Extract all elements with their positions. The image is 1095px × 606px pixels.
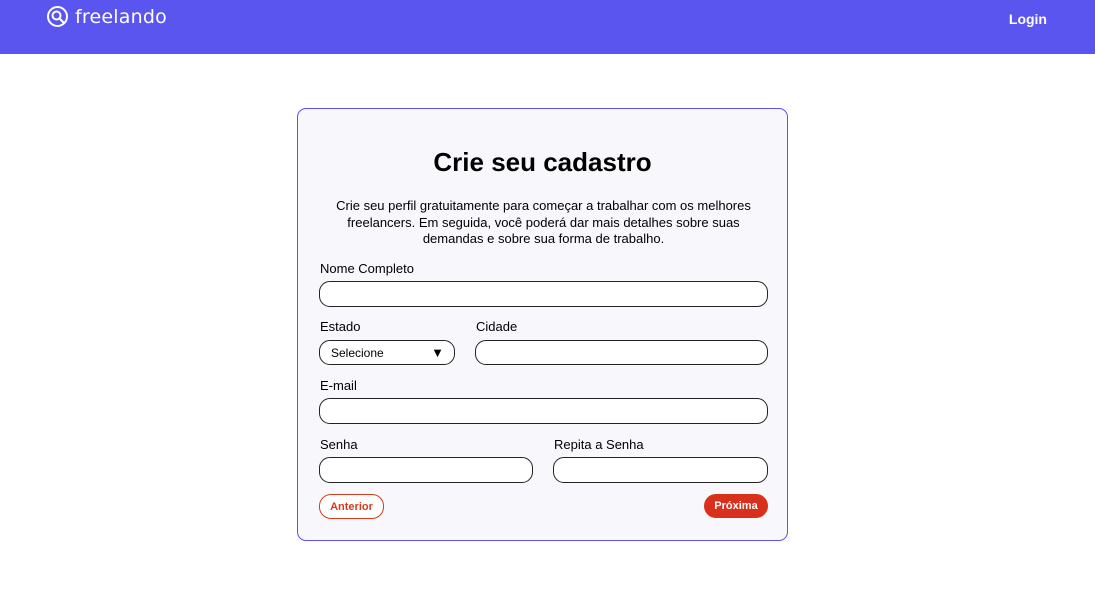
login-link[interactable]: Login bbox=[1009, 11, 1047, 27]
email-label: E-mail bbox=[320, 378, 357, 393]
state-selected-value: Selecione bbox=[331, 345, 384, 360]
caret-down-icon: ▼ bbox=[431, 345, 444, 360]
city-label: Cidade bbox=[476, 319, 518, 334]
password-input[interactable] bbox=[319, 457, 533, 483]
top-navigation-bar: freelando Login bbox=[0, 0, 1095, 54]
previous-button[interactable]: Anterior bbox=[319, 494, 384, 519]
form-description: Crie seu perfil gratuitamente para começ… bbox=[336, 198, 751, 246]
password-repeat-label: Repita a Senha bbox=[554, 437, 644, 452]
password-label: Senha bbox=[320, 437, 358, 452]
signup-card: Crie seu cadastro Crie seu perfil gratui… bbox=[297, 108, 788, 541]
logo-icon bbox=[46, 5, 69, 28]
state-label: Estado bbox=[320, 319, 361, 334]
page-title: Crie seu cadastro bbox=[433, 147, 652, 177]
email-input[interactable] bbox=[319, 398, 768, 424]
full-name-input[interactable] bbox=[319, 281, 768, 307]
brand-name: freelando bbox=[75, 5, 167, 28]
next-button[interactable]: Próxima bbox=[704, 494, 768, 518]
full-name-label: Nome Completo bbox=[320, 261, 414, 276]
city-input[interactable] bbox=[475, 340, 768, 365]
state-select[interactable]: Selecione ▼ bbox=[319, 340, 455, 365]
password-repeat-input[interactable] bbox=[553, 457, 768, 483]
brand-logo[interactable]: freelando bbox=[46, 5, 167, 28]
